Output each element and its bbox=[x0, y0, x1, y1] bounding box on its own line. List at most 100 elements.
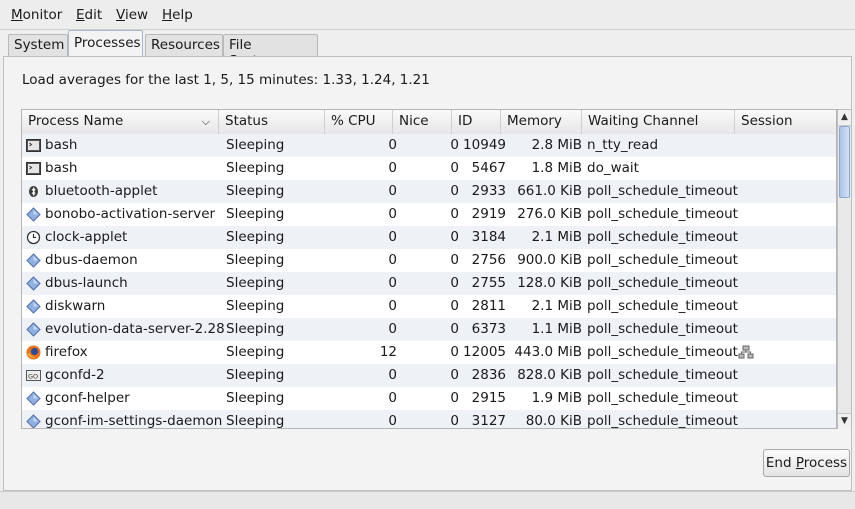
process-name-text: gconfd-2 bbox=[45, 367, 105, 383]
cell-process-name: bash bbox=[22, 134, 217, 157]
process-name-text: firefox bbox=[45, 344, 88, 360]
diamond-icon bbox=[26, 391, 41, 406]
cell-memory: 2.8 MiB bbox=[531, 137, 582, 153]
tab-file-systems[interactable]: File Systems bbox=[223, 34, 318, 69]
process-name-text: dbus-launch bbox=[45, 275, 128, 291]
cell-id: 12005 bbox=[463, 344, 506, 360]
cell-process-name: bonobo-activation-server bbox=[22, 203, 217, 226]
table-row[interactable]: evolution-data-server-2.28 Sleeping 0 0 6373… bbox=[22, 318, 836, 341]
table-row[interactable]: firefox Sleeping 12 0 12005 443.0 MiB poll_sch… bbox=[22, 341, 836, 364]
table-row[interactable]: GO gconfd-2 Sleeping 0 0 2836 828.0 KiB poll_sc… bbox=[22, 364, 836, 387]
cell-cpu: 0 bbox=[388, 413, 397, 429]
diamond-icon bbox=[26, 322, 41, 337]
end-process-label-pre: End bbox=[765, 455, 796, 471]
column-header-process-name-label: Process Name bbox=[28, 113, 124, 129]
cell-id: 2915 bbox=[471, 390, 506, 406]
cell-cpu: 0 bbox=[388, 137, 397, 153]
cell-status: Sleeping bbox=[226, 367, 285, 383]
menu-monitor[interactable]: Monitor bbox=[11, 7, 62, 23]
cell-status: Sleeping bbox=[226, 390, 285, 406]
scroll-down-button[interactable]: ▼ bbox=[838, 413, 851, 429]
cell-status: Sleeping bbox=[226, 344, 285, 360]
end-process-accel: P bbox=[795, 455, 804, 471]
bluetooth-icon bbox=[26, 184, 41, 199]
menu-help-accel: H bbox=[162, 7, 173, 23]
cell-waiting-channel: poll_schedule_timeout bbox=[587, 275, 738, 291]
column-header-session[interactable]: Session bbox=[735, 110, 836, 134]
cell-id: 2755 bbox=[471, 275, 506, 291]
cell-cpu: 0 bbox=[388, 160, 397, 176]
cell-memory: 276.0 KiB bbox=[517, 206, 582, 222]
process-name-text: dbus-daemon bbox=[45, 252, 138, 268]
column-header-nice[interactable]: Nice bbox=[393, 110, 452, 134]
table-row[interactable]: clock-applet Sleeping 0 0 3184 2.1 MiB poll_sc… bbox=[22, 226, 836, 249]
cell-memory: 1.9 MiB bbox=[531, 390, 582, 406]
column-header-memory[interactable]: Memory bbox=[501, 110, 582, 134]
cell-cpu: 0 bbox=[388, 206, 397, 222]
process-name-text: evolution-data-server-2.28 bbox=[45, 321, 225, 337]
table-row[interactable]: bash Sleeping 0 0 10949 2.8 MiB n_tty_read bbox=[22, 134, 836, 157]
table-header: Process Name ⌵ Status % CPU Nice ID Memor… bbox=[22, 110, 836, 135]
process-name-text: bonobo-activation-server bbox=[45, 206, 216, 222]
table-row[interactable]: bluetooth-applet Sleeping 0 0 2933 661.0 KiB p… bbox=[22, 180, 836, 203]
menu-edit-label: dit bbox=[84, 7, 103, 23]
cell-status: Sleeping bbox=[226, 137, 285, 153]
menu-view[interactable]: View bbox=[116, 7, 148, 23]
firefox-icon bbox=[26, 345, 41, 360]
tab-processes[interactable]: Processes bbox=[68, 30, 143, 57]
cell-cpu: 0 bbox=[388, 275, 397, 291]
cell-status: Sleeping bbox=[226, 298, 285, 314]
table-row[interactable]: dbus-daemon Sleeping 0 0 2756 900.0 KiB poll_s… bbox=[22, 249, 836, 272]
cell-status: Sleeping bbox=[226, 252, 285, 268]
cell-status: Sleeping bbox=[226, 413, 285, 429]
cell-status: Sleeping bbox=[226, 275, 285, 291]
table-row[interactable]: diskwarn Sleeping 0 0 2811 2.1 MiB poll_schedu… bbox=[22, 295, 836, 318]
cell-waiting-channel: poll_schedule_timeout bbox=[587, 321, 738, 337]
cell-waiting-channel: poll_schedule_timeout bbox=[587, 183, 738, 199]
cell-memory: 128.0 KiB bbox=[517, 275, 582, 291]
menu-edit[interactable]: Edit bbox=[76, 7, 102, 23]
vertical-scrollbar[interactable]: ▲ ▼ bbox=[837, 109, 852, 429]
cell-process-name: diskwarn bbox=[22, 295, 217, 318]
column-header-process-name[interactable]: Process Name ⌵ bbox=[22, 110, 219, 134]
process-name-text: gconf-helper bbox=[45, 390, 130, 406]
process-name-text: bash bbox=[45, 137, 78, 153]
column-header-status[interactable]: Status bbox=[219, 110, 325, 134]
cell-process-name: firefox bbox=[22, 341, 217, 364]
table-row[interactable]: bash Sleeping 0 0 5467 1.8 MiB do_wait bbox=[22, 157, 836, 180]
cell-memory: 2.1 MiB bbox=[531, 298, 582, 314]
cell-id: 3184 bbox=[471, 229, 506, 245]
column-header-cpu[interactable]: % CPU bbox=[325, 110, 393, 134]
cell-cpu: 0 bbox=[388, 183, 397, 199]
table-row[interactable]: bonobo-activation-server Sleeping 0 0 2919 27… bbox=[22, 203, 836, 226]
scroll-up-button[interactable]: ▲ bbox=[838, 110, 851, 126]
cell-memory: 80.0 KiB bbox=[525, 413, 582, 429]
cell-process-name: dbus-launch bbox=[22, 272, 217, 295]
load-averages-label: Load averages for the last 1, 5, 15 minu… bbox=[22, 72, 430, 88]
process-name-text: bash bbox=[45, 160, 78, 176]
column-header-waiting-channel[interactable]: Waiting Channel bbox=[582, 110, 735, 134]
tab-resources[interactable]: Resources bbox=[145, 34, 223, 56]
clock-icon bbox=[26, 230, 41, 245]
tab-bar: System Processes Resources File Systems bbox=[0, 30, 855, 69]
end-process-button[interactable]: End Process bbox=[763, 449, 850, 477]
cell-nice: 0 bbox=[450, 275, 459, 291]
scroll-thumb[interactable] bbox=[839, 126, 850, 198]
cell-status: Sleeping bbox=[226, 183, 285, 199]
cell-id: 2836 bbox=[471, 367, 506, 383]
cell-waiting-channel: poll_schedule_timeout bbox=[587, 367, 738, 383]
column-header-id[interactable]: ID bbox=[452, 110, 501, 134]
tab-system[interactable]: System bbox=[8, 34, 68, 56]
terminal-icon bbox=[26, 161, 41, 176]
table-row[interactable]: dbus-launch Sleeping 0 0 2755 128.0 KiB poll_s… bbox=[22, 272, 836, 295]
cell-nice: 0 bbox=[450, 137, 459, 153]
table-row[interactable]: gconf-im-settings-daemon Sleeping 0 0 3127 80… bbox=[22, 410, 836, 429]
cell-cpu: 0 bbox=[388, 229, 397, 245]
menu-view-label: iew bbox=[124, 7, 149, 23]
cell-id: 6373 bbox=[471, 321, 506, 337]
process-name-text: clock-applet bbox=[45, 229, 128, 245]
svg-text:GO: GO bbox=[28, 373, 38, 381]
table-row[interactable]: gconf-helper Sleeping 0 0 2915 1.9 MiB poll_sc… bbox=[22, 387, 836, 410]
menu-help[interactable]: Help bbox=[162, 7, 193, 23]
menu-bar: Monitor Edit View Help bbox=[0, 0, 855, 30]
